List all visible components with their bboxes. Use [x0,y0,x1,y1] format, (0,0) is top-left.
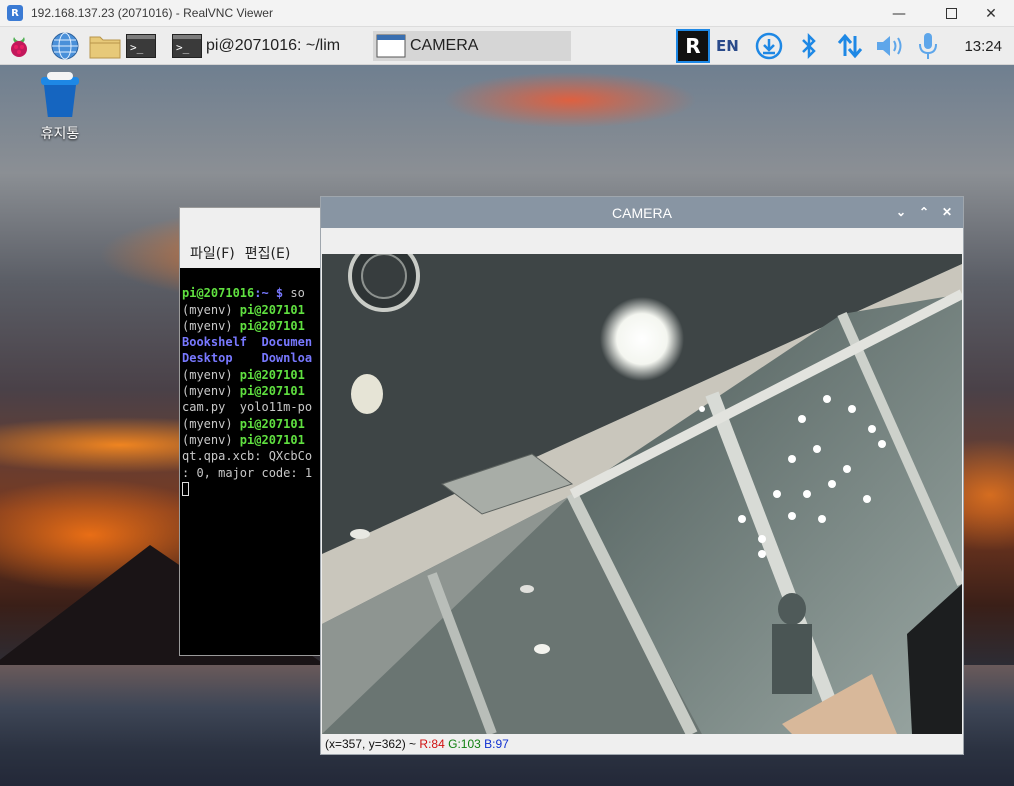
chevron-down-icon: ⌄ [895,205,907,219]
camera-feed-image[interactable] [322,254,962,734]
window-icon [376,34,406,58]
terminal-output[interactable]: pi@2071016:~ $ so (myenv) pi@207101 (myenv… [180,268,328,531]
terminal-title-bar[interactable] [180,208,328,238]
web-browser-button[interactable] [50,31,80,61]
close-window-button[interactable]: ✕ [938,203,956,221]
realvnc-icon: R [676,29,710,63]
maximize-icon [945,8,957,19]
maximize-window-button[interactable]: ⌃ [915,203,933,221]
bluetooth-icon [802,32,816,60]
realvnc-tray-button[interactable]: R [676,29,710,63]
terminal-line: qt.qpa.xcb: QXcbCo [182,449,313,464]
minimize-window-button[interactable]: ⌄ [892,203,910,221]
taskbar-item-label: CAMERA [410,37,479,54]
terminal-line: pi@2071016:~ $ so [182,286,305,301]
terminal-line: (myenv) pi@207101 [182,432,305,447]
terminal-line: (myenv) pi@207101 [182,367,305,382]
network-button[interactable] [836,31,864,61]
terminal-icon: >_ [172,34,202,58]
menu-edit[interactable]: 편집(E) [245,243,291,263]
close-icon: ✕ [985,5,997,22]
file-manager-button[interactable] [88,31,122,61]
camera-window[interactable]: CAMERA ⌄ ⌃ ✕ (x=357, y=362) ~ R:84 G:103… [320,196,964,755]
vnc-title-bar: R 192.168.137.23 (2071016) - RealVNC Vie… [0,0,1014,27]
microphone-button[interactable] [916,31,940,61]
menu-file[interactable]: 파일(F) [190,243,235,263]
globe-icon [51,32,79,60]
chevron-up-icon: ⌃ [918,205,930,219]
realvnc-logo-icon: R [7,5,23,21]
terminal-line: (myenv) pi@207101 [182,302,305,317]
terminal-line: (myenv) pi@207101 [182,416,305,431]
terminal-launcher-button[interactable]: >_ [126,31,156,61]
microphone-icon [919,33,937,59]
minimize-icon: — [892,5,906,22]
trash-icon [41,72,79,117]
vnc-window-title: 192.168.137.23 (2071016) - RealVNC Viewe… [31,6,273,20]
terminal-line: (myenv) pi@207101 [182,318,305,333]
volume-icon [877,36,902,56]
taskbar-item-terminal[interactable]: >_ pi@2071016: ~/lim [172,31,372,61]
terminal-cursor [182,482,189,497]
clock[interactable]: 13:24 [964,38,1002,55]
terminal-menubar: 파일(F) 편집(E) [180,238,328,268]
raspberry-icon [11,37,27,57]
volume-button[interactable] [874,31,906,61]
close-button[interactable]: ✕ [968,0,1014,27]
camera-window-title: CAMERA [612,204,672,221]
folder-icon [89,36,121,59]
cursor-coordinates: (x=357, y=362) ~ [325,737,420,751]
taskbar-panel: >_ >_ pi@2071016: ~/lim CAMERA R EN 13:2… [0,27,1014,65]
terminal-window[interactable]: 파일(F) 편집(E) pi@2071016:~ $ so (myenv) pi@… [179,207,329,656]
updates-button[interactable] [755,31,783,61]
terminal-line: Desktop Downloa [182,351,313,366]
minimize-button[interactable]: — [876,0,922,27]
camera-frame-illustration [322,254,962,734]
terminal-line: cam.py yolo11m-po [182,400,313,415]
trash-desktop-item[interactable]: 휴지통 [33,72,87,143]
raspberry-menu-button[interactable] [6,31,32,61]
terminal-line: : 0, major code: 1 [182,465,313,480]
camera-title-bar[interactable]: CAMERA ⌄ ⌃ ✕ [321,197,963,228]
pixel-red-value: R:84 [419,737,445,751]
pixel-info-status: (x=357, y=362) ~ R:84 G:103 B:97 [325,737,509,751]
network-icon [837,33,863,59]
pixel-blue-value: B:97 [484,737,509,751]
close-icon: ✕ [941,205,953,219]
taskbar-item-camera[interactable]: CAMERA [373,31,571,61]
trash-label: 휴지통 [40,126,80,142]
terminal-line: Bookshelf Documen [182,335,313,350]
keyboard-layout-button[interactable]: EN [716,31,739,61]
bluetooth-button[interactable] [798,31,820,61]
camera-toolbar [321,228,963,254]
pixel-green-value: G:103 [448,737,481,751]
terminal-line: (myenv) pi@207101 [182,384,305,399]
update-download-icon [755,32,783,60]
keyboard-layout-icon: EN [716,37,739,55]
taskbar-item-label: pi@2071016: ~/lim [206,37,341,54]
terminal-line [182,481,326,497]
terminal-icon: >_ [126,34,156,58]
